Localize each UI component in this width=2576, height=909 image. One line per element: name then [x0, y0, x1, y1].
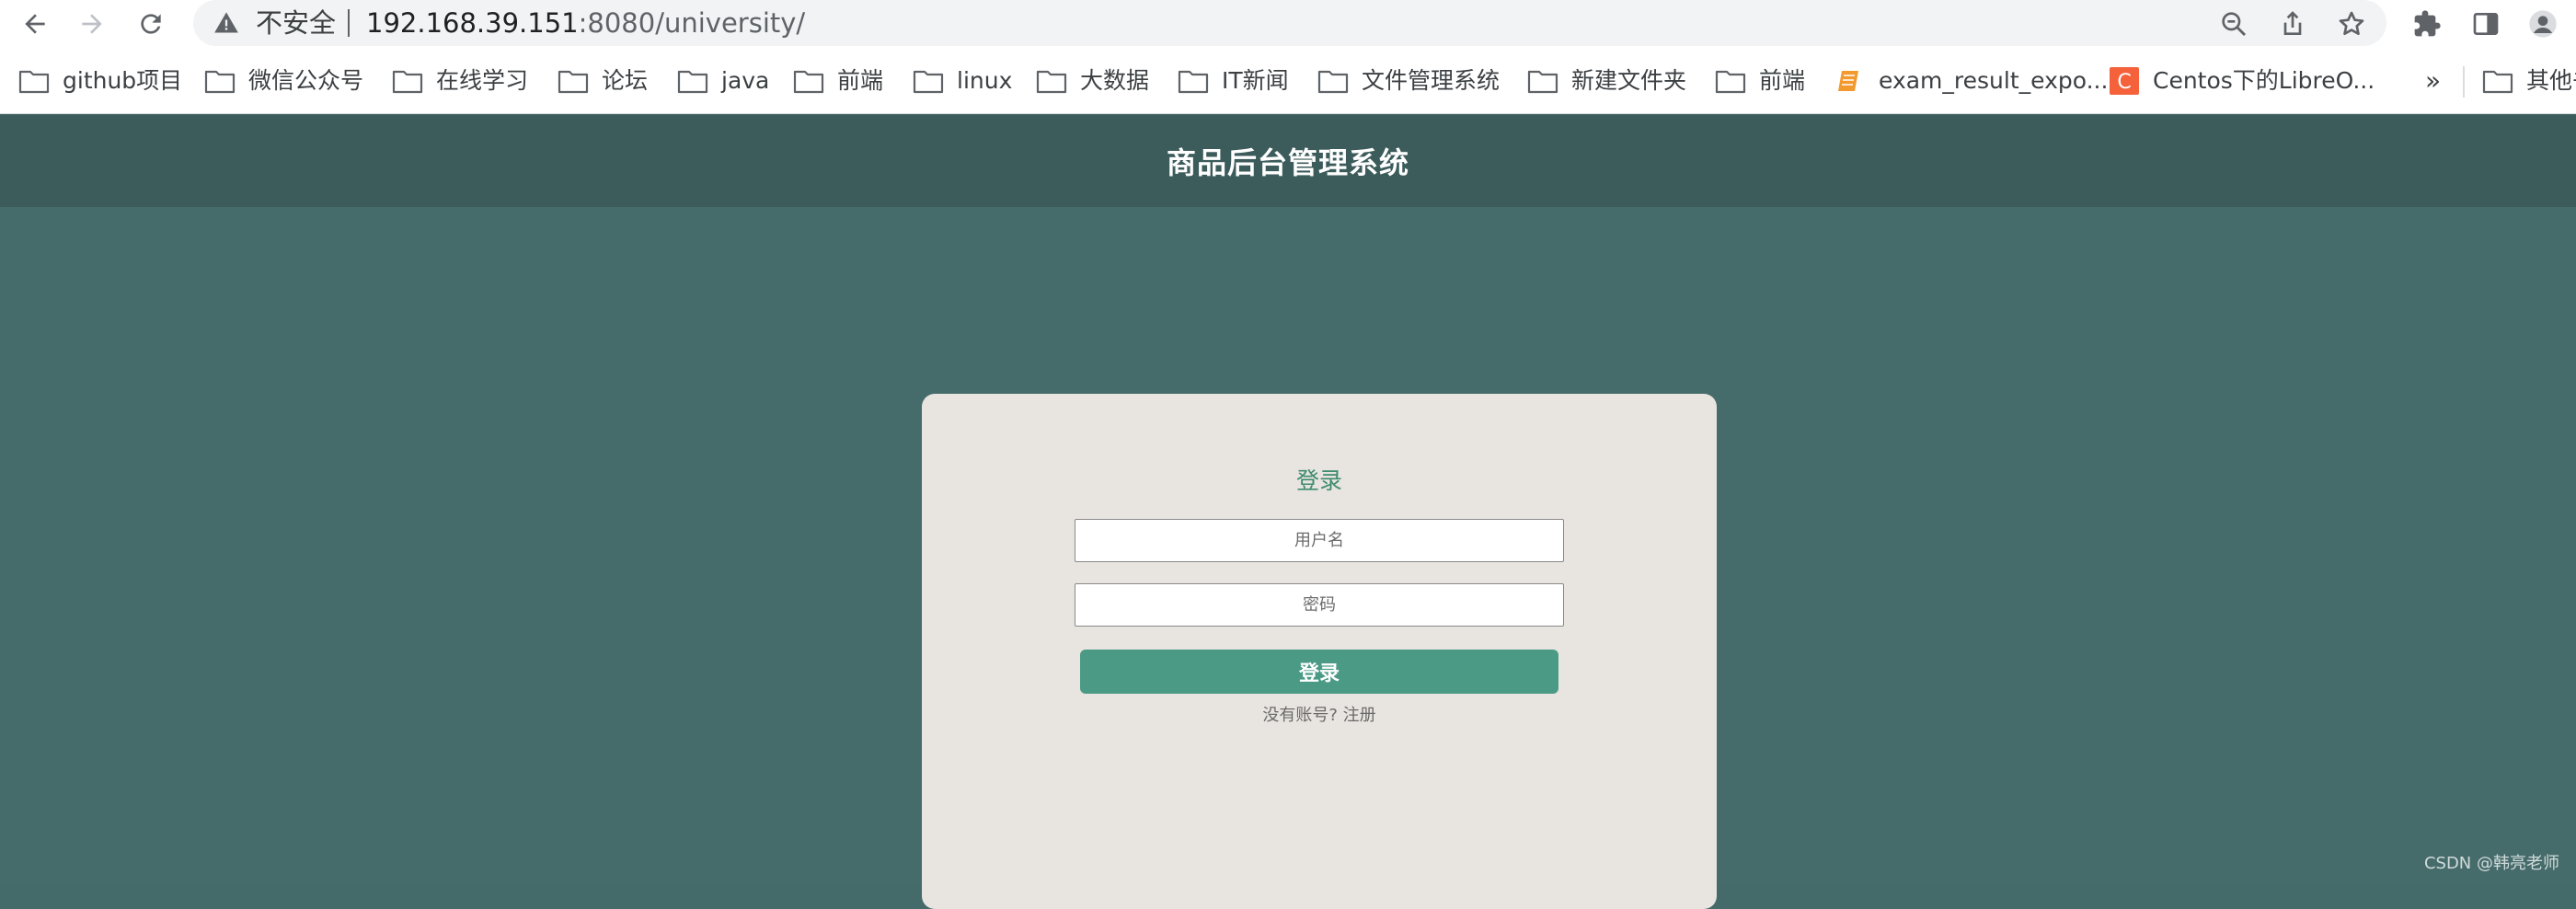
folder-icon: [677, 67, 708, 95]
bookmarks-more-button[interactable]: »: [2425, 64, 2441, 98]
login-title: 登录: [922, 466, 1717, 497]
bookmark-label: 文件管理系统: [1362, 64, 1500, 98]
bookmarks-bar: github项目 微信公众号 在线学习 论坛 java 前端 linux 大数据…: [0, 48, 2576, 114]
bookmark-java[interactable]: java: [677, 64, 769, 98]
bookmark-it-news[interactable]: IT新闻: [1178, 64, 1289, 98]
bookmark-label: 前端: [1759, 64, 1805, 98]
register-prompt: 没有账号? 注册: [922, 705, 1717, 727]
csdn-c-icon: C: [2109, 67, 2140, 95]
folder-icon: [1317, 67, 1349, 95]
share-icon[interactable]: [2274, 6, 2311, 42]
bookmark-label: 在线学习: [436, 64, 528, 98]
bookmark-wechat[interactable]: 微信公众号: [204, 64, 363, 98]
bookmark-centos[interactable]: C Centos下的LibreO...: [2109, 64, 2375, 98]
bookmark-github[interactable]: github项目: [18, 64, 182, 98]
browser-toolbar: 不安全 192.168.39.151:8080/university/: [0, 0, 2576, 48]
address-bar[interactable]: 不安全 192.168.39.151:8080/university/: [193, 0, 2386, 46]
folder-icon: [1036, 67, 1067, 95]
bookmark-label: Centos下的LibreO...: [2153, 64, 2375, 98]
login-button[interactable]: 登录: [1080, 650, 1558, 694]
bookmark-label: linux: [957, 64, 1012, 98]
bookmark-file-mgmt[interactable]: 文件管理系统: [1317, 64, 1500, 98]
bookmark-label: 新建文件夹: [1571, 64, 1686, 98]
bookmark-linux[interactable]: linux: [913, 64, 1012, 98]
folder-icon: [1527, 67, 1558, 95]
bookmarks-divider: [2463, 66, 2465, 98]
extensions-icon[interactable]: [2409, 6, 2445, 42]
login-card: 登录 登录 没有账号? 注册: [922, 394, 1717, 909]
bookmark-forum[interactable]: 论坛: [558, 64, 648, 98]
folder-icon: [1715, 67, 1746, 95]
bookmark-bigdata[interactable]: 大数据: [1036, 64, 1149, 98]
bookmark-frontend[interactable]: 前端: [793, 64, 883, 98]
side-panel-icon[interactable]: [2467, 6, 2504, 42]
username-input[interactable]: [1075, 519, 1564, 562]
folder-icon: [18, 67, 50, 95]
back-arrow-icon[interactable]: [17, 6, 53, 42]
book-icon: [1834, 67, 1866, 95]
folder-icon: [913, 67, 944, 95]
folder-icon: [793, 67, 824, 95]
reload-icon[interactable]: [132, 6, 169, 42]
security-label[interactable]: 不安全: [256, 6, 336, 40]
bookmark-other[interactable]: 其他书: [2482, 64, 2576, 98]
bookmark-new-folder[interactable]: 新建文件夹: [1527, 64, 1686, 98]
url-text[interactable]: 192.168.39.151:8080/university/: [366, 6, 805, 40]
forward-arrow-icon[interactable]: [74, 6, 110, 42]
bookmark-label: IT新闻: [1222, 64, 1289, 98]
bookmark-label: github项目: [63, 64, 182, 98]
zoom-icon[interactable]: [2215, 6, 2252, 42]
url-host: 192.168.39.151: [366, 7, 579, 39]
star-icon[interactable]: [2333, 6, 2370, 42]
bookmark-label: 前端: [837, 64, 883, 98]
folder-icon: [392, 67, 423, 95]
folder-icon: [2482, 67, 2513, 95]
bookmark-label: 微信公众号: [248, 64, 363, 98]
watermark: CSDN @韩亮老师: [2424, 850, 2559, 874]
bookmark-online-learning[interactable]: 在线学习: [392, 64, 528, 98]
address-separator: [348, 9, 350, 37]
folder-icon: [1178, 67, 1209, 95]
app-header: 商品后台管理系统: [0, 115, 2576, 207]
no-account-text: 没有账号?: [1262, 706, 1338, 725]
bookmark-label: 大数据: [1080, 64, 1149, 98]
warning-icon[interactable]: [213, 10, 239, 36]
password-input[interactable]: [1075, 583, 1564, 627]
bookmark-label: 论坛: [602, 64, 648, 98]
bookmark-label: exam_result_expo...: [1879, 64, 2108, 98]
bookmark-label: java: [721, 64, 769, 98]
bookmark-label: 其他书: [2526, 64, 2576, 98]
folder-icon: [558, 67, 589, 95]
url-path: :8080/university/: [579, 7, 806, 39]
svg-text:C: C: [2117, 71, 2131, 94]
bookmark-exam-result[interactable]: exam_result_expo...: [1834, 64, 2108, 98]
register-link[interactable]: 注册: [1343, 706, 1376, 725]
profile-icon[interactable]: [2524, 6, 2561, 42]
folder-icon: [204, 67, 236, 95]
page-title: 商品后台管理系统: [1167, 140, 1409, 182]
bookmark-frontend-2[interactable]: 前端: [1715, 64, 1805, 98]
